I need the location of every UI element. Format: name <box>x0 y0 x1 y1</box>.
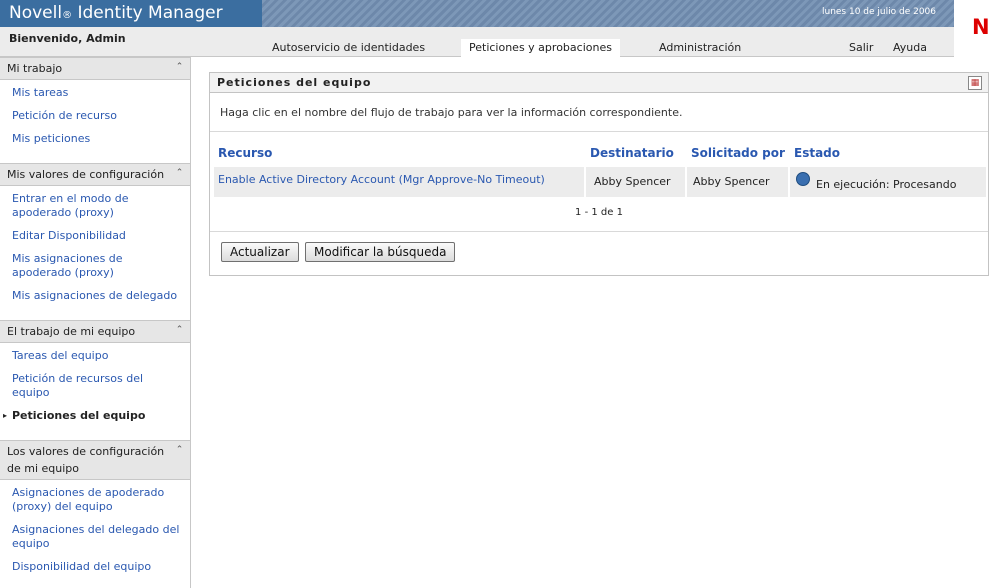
sidebar-item-team-requests[interactable]: Peticiones del equipo <box>0 407 190 430</box>
sidebar-item-my-tasks[interactable]: Mis tareas <box>0 84 190 107</box>
collapse-icon[interactable]: ⌃ <box>173 324 186 337</box>
column-header-status[interactable]: Estado <box>794 146 840 160</box>
section-items: Tareas del equipo Petición de recursos d… <box>0 343 190 440</box>
table-row: Enable Active Directory Account (Mgr App… <box>214 167 986 197</box>
welcome-bar: Bienvenido, Admin Autoservicio de identi… <box>0 27 954 58</box>
collapse-icon[interactable]: ⌃ <box>173 61 186 74</box>
result-count: 1 - 1 de 1 <box>575 207 623 218</box>
date-text: lunes 10 de julio de 2006 <box>821 7 936 17</box>
section-title: Mis valores de configuración <box>7 168 165 181</box>
section-items: Mis tareas Petición de recurso Mis petic… <box>0 80 190 163</box>
sidebar-item-team-proxy-assignments[interactable]: Asignaciones de apoderado (proxy) del eq… <box>0 484 190 521</box>
section-title: El trabajo de mi equipo <box>7 325 136 338</box>
section-title: Los valores de configuración de mi equip… <box>7 445 165 475</box>
tab-administration[interactable]: Administración <box>651 39 749 57</box>
tab-requests-approvals[interactable]: Peticiones y aprobaciones <box>461 39 620 58</box>
column-divider <box>584 167 586 197</box>
recipient-cell: Abby Spencer <box>594 175 671 188</box>
product-title: Novell® Identity Manager <box>0 0 262 27</box>
sidebar-item-team-availability[interactable]: Disponibilidad del equipo <box>0 558 190 581</box>
requested-by-cell: Abby Spencer <box>693 175 770 188</box>
column-header-resource[interactable]: Recurso <box>218 146 272 160</box>
section-team-work[interactable]: El trabajo de mi equipo ⌃ <box>0 320 190 343</box>
sidebar-item-proxy-mode[interactable]: Entrar en el modo de apoderado (proxy) <box>0 190 190 227</box>
modify-search-button[interactable]: Modificar la búsqueda <box>305 242 456 262</box>
collapse-icon[interactable]: ⌃ <box>173 167 186 180</box>
column-divider <box>685 167 687 197</box>
section-items: Entrar en el modo de apoderado (proxy) E… <box>0 186 190 320</box>
divider <box>210 131 988 132</box>
sidebar-item-team-delegate-assignments[interactable]: Asignaciones del delegado del equipo <box>0 521 190 558</box>
column-header-recipient[interactable]: Destinatario <box>590 146 674 160</box>
tab-self-service[interactable]: Autoservicio de identidades <box>264 39 433 57</box>
running-status-icon <box>796 172 810 186</box>
sidebar: Mi trabajo ⌃ Mis tareas Petición de recu… <box>0 57 191 588</box>
section-items: Asignaciones de apoderado (proxy) del eq… <box>0 480 190 588</box>
status-cell: En ejecución: Procesando <box>816 178 957 191</box>
banner: Novell® Identity Manager lunes 10 de jul… <box>0 0 954 27</box>
sidebar-item-my-requests[interactable]: Mis peticiones <box>0 130 190 153</box>
section-my-work[interactable]: Mi trabajo ⌃ <box>0 57 190 80</box>
panel-title: Peticiones del equipo <box>217 76 372 89</box>
section-team-settings[interactable]: Los valores de configuración de mi equip… <box>0 440 190 480</box>
sidebar-item-resource-request[interactable]: Petición de recurso <box>0 107 190 130</box>
settings-grid-icon[interactable]: ▦ <box>968 76 982 90</box>
brand-name: Novell <box>9 3 63 23</box>
section-title: Mi trabajo <box>7 62 63 75</box>
panel-description: Haga clic en el nombre del flujo de trab… <box>220 106 683 119</box>
product-name: Identity Manager <box>77 3 223 23</box>
resource-link[interactable]: Enable Active Directory Account (Mgr App… <box>218 173 545 186</box>
panel-header: Peticiones del equipo ▦ <box>210 73 988 93</box>
help-link[interactable]: Ayuda <box>885 39 935 57</box>
column-header-requested-by[interactable]: Solicitado por <box>691 146 785 160</box>
brand-mark: ® <box>62 10 73 21</box>
welcome-text: Bienvenido, Admin <box>9 32 126 45</box>
app-header: Novell® Identity Manager lunes 10 de jul… <box>0 0 1005 58</box>
sidebar-item-my-delegate-assignments[interactable]: Mis asignaciones de delegado <box>0 287 190 310</box>
sidebar-item-edit-availability[interactable]: Editar Disponibilidad <box>0 227 190 250</box>
sidebar-item-my-proxy-assignments[interactable]: Mis asignaciones de apoderado (proxy) <box>0 250 190 287</box>
logo-letter: N <box>972 15 990 39</box>
section-my-settings[interactable]: Mis valores de configuración ⌃ <box>0 163 190 186</box>
sidebar-item-team-resource-request[interactable]: Petición de recursos del equipo <box>0 370 190 407</box>
refresh-button[interactable]: Actualizar <box>221 242 299 262</box>
column-divider <box>788 167 790 197</box>
divider <box>210 231 988 232</box>
sidebar-item-team-tasks[interactable]: Tareas del equipo <box>0 347 190 370</box>
collapse-icon[interactable]: ⌃ <box>173 444 186 457</box>
team-requests-panel: Peticiones del equipo ▦ Haga clic en el … <box>209 72 989 276</box>
novell-logo: N <box>954 0 1005 57</box>
logout-link[interactable]: Salir <box>841 39 881 57</box>
